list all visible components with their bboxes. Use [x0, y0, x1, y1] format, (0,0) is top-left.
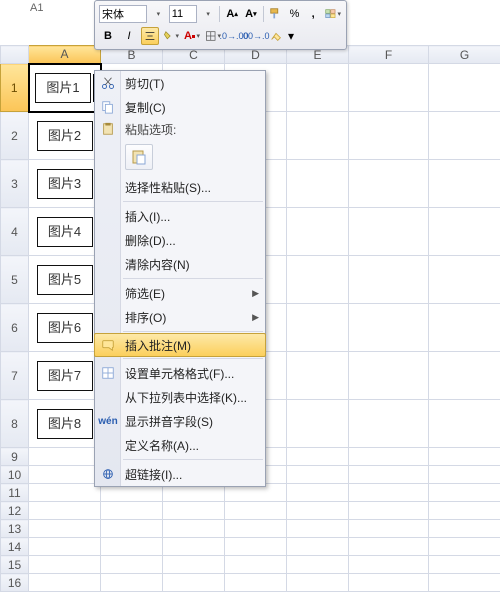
- name-box[interactable]: A1: [30, 2, 43, 14]
- paste-chip-icon[interactable]: [125, 144, 153, 170]
- row-header[interactable]: 6: [1, 304, 29, 352]
- ctx-label: 复制(C): [125, 99, 166, 116]
- ctx-format-cells[interactable]: 设置单元格格式(F)...: [95, 361, 265, 385]
- cut-icon: [100, 75, 116, 91]
- col-header[interactable]: G: [429, 46, 500, 64]
- decrease-decimal-icon[interactable]: .00→.0: [246, 27, 264, 45]
- format-cells-icon: [100, 365, 116, 381]
- fill-color-button[interactable]: ▾: [162, 27, 180, 45]
- comment-icon: [100, 337, 116, 353]
- align-center-button[interactable]: [141, 27, 159, 45]
- row-header[interactable]: 2: [1, 112, 29, 160]
- comma-button[interactable]: ,: [305, 5, 321, 23]
- copy-icon: [100, 99, 116, 115]
- col-header[interactable]: A: [29, 46, 101, 64]
- submenu-arrow-icon: ▶: [252, 288, 259, 299]
- cell-a1[interactable]: 图片1: [29, 64, 101, 112]
- col-header[interactable]: F: [349, 46, 429, 64]
- cell[interactable]: 图片3: [29, 160, 101, 208]
- hyperlink-icon: [100, 466, 116, 482]
- row-header[interactable]: 12: [1, 502, 29, 520]
- ctx-label: 剪切(T): [125, 75, 164, 92]
- font-size-input[interactable]: [169, 5, 197, 23]
- row-header[interactable]: 7: [1, 352, 29, 400]
- ctx-label: 删除(D)...: [125, 232, 176, 249]
- ctx-filter[interactable]: 筛选(E) ▶: [95, 281, 265, 305]
- ctx-label: 超链接(I)...: [125, 466, 182, 483]
- ctx-pick-list[interactable]: 从下拉列表中选择(K)...: [95, 385, 265, 409]
- ctx-cut[interactable]: 剪切(T): [95, 71, 265, 95]
- ctx-delete[interactable]: 删除(D)...: [95, 228, 265, 252]
- ctx-label: 选择性粘贴(S)...: [125, 179, 211, 196]
- row-header[interactable]: 10: [1, 466, 29, 484]
- percent-button[interactable]: %: [287, 5, 303, 23]
- ctx-label: 定义名称(A)...: [125, 437, 199, 454]
- ctx-label: 从下拉列表中选择(K)...: [125, 389, 247, 406]
- clear-format-icon[interactable]: [267, 27, 285, 45]
- row-header[interactable]: 15: [1, 556, 29, 574]
- row-header[interactable]: 1: [1, 64, 29, 112]
- row-header[interactable]: 14: [1, 538, 29, 556]
- font-size-dd-icon[interactable]: ▾: [200, 5, 216, 23]
- ctx-sort[interactable]: 排序(O) ▶: [95, 305, 265, 329]
- row-header[interactable]: 3: [1, 160, 29, 208]
- ctx-paste-options-label: 粘贴选项:: [95, 119, 265, 139]
- row-header[interactable]: 9: [1, 448, 29, 466]
- ctx-label: 筛选(E): [125, 285, 165, 302]
- ctx-define-name[interactable]: 定义名称(A)...: [95, 433, 265, 457]
- font-color-button[interactable]: A▾: [183, 27, 201, 45]
- row-header[interactable]: 5: [1, 256, 29, 304]
- cell[interactable]: 图片5: [29, 256, 101, 304]
- paste-icon: [100, 121, 116, 137]
- format-painter-icon[interactable]: [268, 5, 284, 23]
- context-menu: 剪切(T) 复制(C) 粘贴选项: 选择性粘贴(S)... 插入(I)... 删…: [94, 70, 266, 487]
- ctx-phonetic[interactable]: wén 显示拼音字段(S): [95, 409, 265, 433]
- submenu-arrow-icon: ▶: [252, 312, 259, 323]
- row-header[interactable]: 13: [1, 520, 29, 538]
- row-header[interactable]: 4: [1, 208, 29, 256]
- ctx-hyperlink[interactable]: 超链接(I)...: [95, 462, 265, 486]
- mini-toolbar: ▾ ▾ A▴ A▾ % , ▾ B I ▾ A▾ ▾ .: [94, 0, 347, 50]
- ctx-label: 清除内容(N): [125, 256, 190, 273]
- increase-font-icon[interactable]: A▴: [224, 5, 240, 23]
- ctx-label: 设置单元格格式(F)...: [125, 365, 234, 382]
- ctx-paste-special[interactable]: 选择性粘贴(S)...: [95, 175, 265, 199]
- ctx-label: 粘贴选项:: [125, 121, 176, 138]
- row-header[interactable]: 16: [1, 574, 29, 592]
- cell[interactable]: 图片2: [29, 112, 101, 160]
- cell-styles-icon[interactable]: ▾: [324, 5, 342, 23]
- font-name-input[interactable]: [99, 5, 147, 23]
- ctx-label: 显示拼音字段(S): [125, 413, 213, 430]
- ctx-label: 插入(I)...: [125, 208, 170, 225]
- cell[interactable]: 图片7: [29, 352, 101, 400]
- clear-format-dd-icon[interactable]: ▾: [288, 29, 294, 43]
- ctx-clear[interactable]: 清除内容(N): [95, 252, 265, 276]
- select-all-corner[interactable]: [1, 46, 29, 64]
- cell[interactable]: 图片4: [29, 208, 101, 256]
- row-header[interactable]: 8: [1, 400, 29, 448]
- decrease-font-icon[interactable]: A▾: [243, 5, 259, 23]
- ctx-insert[interactable]: 插入(I)...: [95, 204, 265, 228]
- italic-button[interactable]: I: [120, 27, 138, 45]
- ctx-copy[interactable]: 复制(C): [95, 95, 265, 119]
- ctx-label: 插入批注(M): [125, 337, 191, 354]
- cell[interactable]: 图片8: [29, 400, 101, 448]
- cell[interactable]: 图片6: [29, 304, 101, 352]
- ctx-label: 排序(O): [125, 309, 166, 326]
- ctx-insert-comment[interactable]: 插入批注(M): [94, 333, 266, 357]
- bold-button[interactable]: B: [99, 27, 117, 45]
- font-name-dd-icon[interactable]: ▾: [150, 5, 166, 23]
- phonetic-icon: wén: [100, 413, 116, 429]
- row-header[interactable]: 11: [1, 484, 29, 502]
